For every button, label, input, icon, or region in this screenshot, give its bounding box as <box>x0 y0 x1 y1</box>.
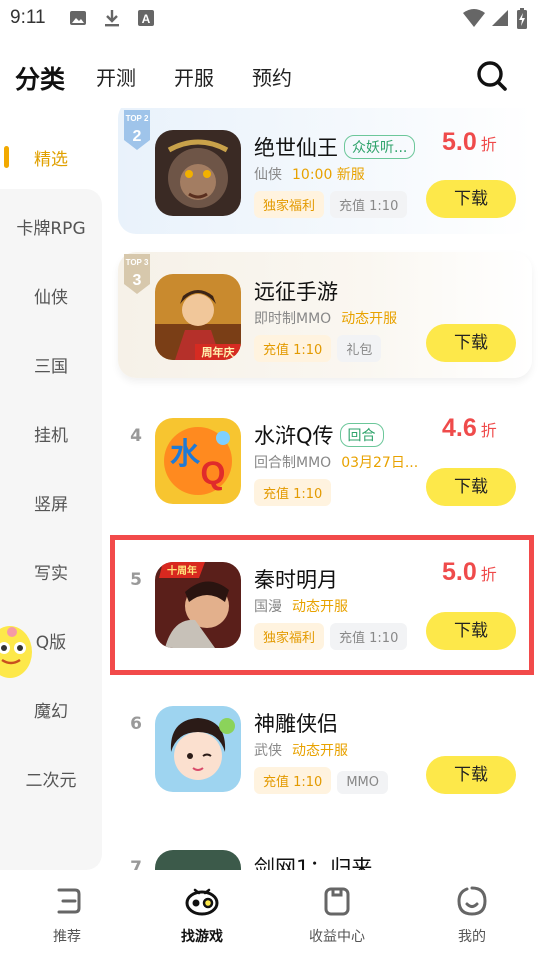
game-genre: 仙侠 <box>254 167 282 183</box>
highlight-box <box>110 535 534 675</box>
game-icon-shendiao-xialv[interactable] <box>155 706 241 792</box>
game-card[interactable]: TOP 2 2 绝世仙王 众妖听... 仙侠 10:00 新服 独家福利 充值 1:1… <box>102 108 540 248</box>
bottom-nav-label: 我的 <box>458 929 486 945</box>
image-icon <box>70 11 86 25</box>
svg-text:2: 2 <box>133 128 142 145</box>
chip-exclusive-benefit: 独家福利 <box>254 191 325 218</box>
game-title: 绝世仙王 <box>254 136 338 160</box>
game-card[interactable]: 7 剑网1：归来 <box>102 828 540 870</box>
download-button[interactable]: 下载 <box>426 468 516 506</box>
game-genre: 武侠 <box>254 743 282 759</box>
recommend-icon <box>57 888 81 914</box>
rank-number: 7 <box>130 858 142 870</box>
svg-text:水: 水 <box>170 437 201 472</box>
game-card[interactable]: TOP 3 3 周年庆 远征手游 即时制MMO 动态开服 充值 1:10 礼包 下载 <box>102 252 540 392</box>
svg-text:TOP 3: TOP 3 <box>126 258 149 267</box>
bottom-nav-earnings[interactable]: 收益中心 <box>287 884 387 946</box>
font-icon: A <box>138 10 154 26</box>
sidebar-item-portrait[interactable]: 竖屏 <box>0 490 102 515</box>
discount-label: 5.0 折 <box>442 128 497 156</box>
game-tag: 回合 <box>339 423 384 447</box>
chip-recharge-ratio: 充值 1:10 <box>254 767 332 794</box>
status-time: 9:11 <box>10 7 46 28</box>
bottom-nav-label: 找游戏 <box>181 929 223 945</box>
game-icon-yuanzheng[interactable]: 周年庆 <box>155 274 241 360</box>
game-icon-shuihu-q[interactable]: 水 Q <box>155 418 241 504</box>
download-button[interactable]: 下载 <box>426 756 516 794</box>
game-genre: 回合制MMO <box>254 455 332 471</box>
sidebar-item-featured[interactable]: 精选 <box>0 145 102 170</box>
wifi-icon <box>463 9 485 27</box>
sidebar-item-anime[interactable]: 二次元 <box>0 766 102 791</box>
download-icon <box>105 10 119 27</box>
bottom-nav-mine[interactable]: 我的 <box>422 884 522 946</box>
svg-text:TOP 2: TOP 2 <box>126 114 149 123</box>
game-open-info: 动态开服 <box>341 311 398 327</box>
sidebar-item-fantasy[interactable]: 魔幻 <box>0 697 102 722</box>
bottom-nav-label: 收益中心 <box>309 929 365 945</box>
game-list: TOP 2 2 绝世仙王 众妖听... 仙侠 10:00 新服 独家福利 充值 1:1… <box>102 108 540 870</box>
game-title: 水浒Q传 <box>254 424 334 448</box>
game-icon-jianwang[interactable] <box>155 850 241 870</box>
chip-gift-pack: 礼包 <box>337 335 382 362</box>
game-card[interactable]: 4 水 Q 水浒Q传 回合 回合制MMO 03月27日... 充值 1:10 4.6… <box>102 396 540 536</box>
sidebar-item-idle[interactable]: 挂机 <box>0 421 102 446</box>
tab-category[interactable]: 分类 <box>15 60 65 96</box>
game-icon-monkey-king[interactable] <box>155 130 241 216</box>
svg-text:3: 3 <box>133 272 142 289</box>
download-button[interactable]: 下载 <box>426 324 516 362</box>
game-tag: 众妖听... <box>344 135 416 159</box>
svg-text:Q: Q <box>201 455 226 491</box>
rank-number: 4 <box>130 426 142 446</box>
sidebar-item-card-rpg[interactable]: 卡牌RPG <box>0 214 102 239</box>
game-card[interactable]: 6 神雕侠侣 武侠 动态开服 充值 1:10 MMO 下载 <box>102 684 540 824</box>
game-open-info: 03月27日... <box>341 455 419 471</box>
bottom-nav-label: 推荐 <box>53 929 81 945</box>
tab-reserve[interactable]: 预约 <box>252 62 292 91</box>
svg-text:A: A <box>142 12 151 26</box>
game-open-info: 10:00 新服 <box>292 167 365 183</box>
svg-text:周年庆: 周年庆 <box>202 345 235 359</box>
game-title: 剑网1：归来 <box>254 856 373 870</box>
game-genre: 即时制MMO <box>254 311 332 327</box>
game-title: 远征手游 <box>254 280 338 304</box>
sidebar-item-realistic[interactable]: 写实 <box>0 559 102 584</box>
top-nav: 分类 开测 开服 预约 <box>0 50 540 108</box>
sidebar-item-xianxia[interactable]: 仙侠 <box>0 283 102 308</box>
status-bar: 9:11 A <box>0 0 540 38</box>
chip-recharge-ratio: 充值 1:10 <box>254 335 332 362</box>
game-open-info: 动态开服 <box>292 743 348 759</box>
battery-icon <box>517 8 527 29</box>
bottom-nav-find-game[interactable]: 找游戏 <box>152 884 252 946</box>
top-rank-badge-icon: TOP 2 2 <box>124 110 150 150</box>
top-rank-badge-icon: TOP 3 3 <box>124 254 150 294</box>
profile-icon <box>457 886 487 916</box>
chip-recharge-ratio: 充值 1:10 <box>254 479 332 506</box>
rank-number: 6 <box>130 714 142 734</box>
floating-mascot-icon[interactable] <box>0 618 38 682</box>
game-title: 神雕侠侣 <box>254 712 338 736</box>
bottom-nav: 推荐 找游戏 收益中心 我的 <box>0 870 540 960</box>
earnings-icon <box>324 887 350 916</box>
sidebar-item-three-kingdoms[interactable]: 三国 <box>0 352 102 377</box>
chip-recharge-ratio: 充值 1:10 <box>330 191 408 218</box>
bottom-nav-recommend[interactable]: 推荐 <box>17 884 117 946</box>
download-button[interactable]: 下载 <box>426 180 516 218</box>
signal-icon <box>492 10 508 26</box>
tab-test[interactable]: 开测 <box>96 62 136 91</box>
gamepad-icon <box>185 888 219 916</box>
chip-mmo: MMO <box>337 771 388 794</box>
search-icon[interactable] <box>474 58 510 94</box>
discount-label: 4.6 折 <box>442 414 497 442</box>
tab-server[interactable]: 开服 <box>174 62 214 91</box>
